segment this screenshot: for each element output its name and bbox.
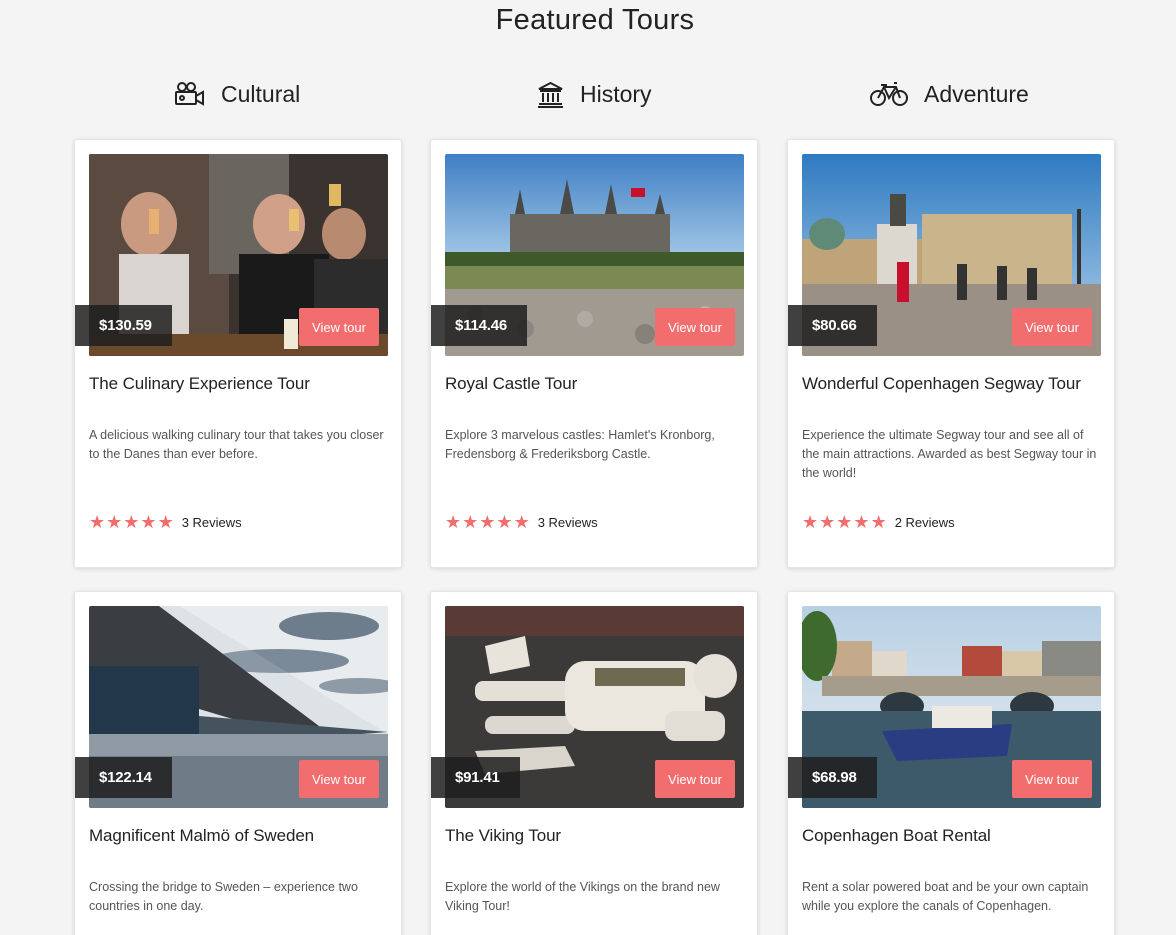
tour-title[interactable]: The Culinary Experience Tour bbox=[89, 374, 310, 394]
price-tag: $130.59 bbox=[75, 305, 172, 346]
tour-description: Explore 3 marvelous castles: Hamlet's Kr… bbox=[445, 428, 715, 461]
view-tour-button[interactable]: View tour bbox=[299, 760, 379, 798]
star-icon: ★ bbox=[89, 512, 106, 532]
tour-card[interactable]: $114.46 View tour Royal Castle Tour Expl… bbox=[430, 139, 758, 568]
tour-image[interactable]: $80.66 View tour bbox=[788, 154, 1101, 356]
price-tag: $122.14 bbox=[75, 757, 172, 798]
tour-rating: ★ ★ ★ ★ ★ 3 Reviews bbox=[445, 513, 598, 531]
star-rating: ★ ★ ★ ★ ★ bbox=[445, 513, 530, 531]
category-filters: Cultural History Adventure bbox=[0, 76, 1176, 112]
tour-image[interactable]: $114.46 View tour bbox=[431, 154, 744, 356]
tour-rating: ★ ★ ★ ★ ★ 3 Reviews bbox=[89, 513, 242, 531]
tour-image[interactable]: $122.14 View tour bbox=[75, 606, 388, 808]
view-tour-button[interactable]: View tour bbox=[655, 308, 735, 346]
museum-icon bbox=[537, 81, 564, 108]
view-tour-button[interactable]: View tour bbox=[655, 760, 735, 798]
tour-description: Rent a solar powered boat and be your ow… bbox=[802, 880, 1089, 913]
star-icon: ★ bbox=[157, 512, 174, 532]
price-tag: $114.46 bbox=[431, 305, 527, 346]
star-icon: ★ bbox=[479, 512, 496, 532]
view-tour-button[interactable]: View tour bbox=[1012, 308, 1092, 346]
tour-description: A delicious walking culinary tour that t… bbox=[89, 428, 384, 461]
category-history[interactable]: History bbox=[537, 76, 652, 112]
price-tag: $68.98 bbox=[788, 757, 877, 798]
tour-image[interactable]: $130.59 View tour bbox=[75, 154, 388, 356]
star-icon: ★ bbox=[106, 512, 123, 532]
star-icon: ★ bbox=[836, 512, 853, 532]
star-icon: ★ bbox=[819, 512, 836, 532]
view-tour-button[interactable]: View tour bbox=[299, 308, 379, 346]
reviews-count[interactable]: 2 Reviews bbox=[895, 515, 955, 530]
tour-card[interactable]: $130.59 View tour The Culinary Experienc… bbox=[74, 139, 402, 568]
category-label: Adventure bbox=[924, 80, 1029, 107]
star-icon: ★ bbox=[870, 512, 887, 532]
star-icon: ★ bbox=[802, 512, 819, 532]
reviews-count[interactable]: 3 Reviews bbox=[182, 515, 242, 530]
tour-description: Experience the ultimate Segway tour and … bbox=[802, 428, 1097, 480]
tour-rating: ★ ★ ★ ★ ★ 2 Reviews bbox=[802, 513, 955, 531]
tour-card[interactable]: $91.41 View tour The Viking Tour Explore… bbox=[430, 591, 758, 935]
tour-description: Explore the world of the Vikings on the … bbox=[445, 880, 720, 913]
star-icon: ★ bbox=[462, 512, 479, 532]
category-label: Cultural bbox=[221, 80, 301, 107]
category-label: History bbox=[580, 80, 652, 107]
tour-title[interactable]: The Viking Tour bbox=[445, 826, 561, 846]
tour-title[interactable]: Royal Castle Tour bbox=[445, 374, 577, 394]
tour-image[interactable]: $68.98 View tour bbox=[788, 606, 1101, 808]
star-icon: ★ bbox=[513, 512, 530, 532]
tour-title[interactable]: Magnificent Malmö of Sweden bbox=[89, 826, 314, 846]
tour-title[interactable]: Copenhagen Boat Rental bbox=[802, 826, 991, 846]
price-tag: $80.66 bbox=[788, 305, 877, 346]
category-adventure[interactable]: Adventure bbox=[870, 76, 1029, 112]
page-title: Featured Tours bbox=[495, 4, 695, 36]
price-tag: $91.41 bbox=[431, 757, 520, 798]
star-rating: ★ ★ ★ ★ ★ bbox=[89, 513, 174, 531]
tour-card[interactable]: $122.14 View tour Magnificent Malmö of S… bbox=[74, 591, 402, 935]
bicycle-icon bbox=[870, 81, 908, 107]
star-icon: ★ bbox=[123, 512, 140, 532]
tour-title[interactable]: Wonderful Copenhagen Segway Tour bbox=[802, 374, 1081, 394]
tour-card[interactable]: $68.98 View tour Copenhagen Boat Rental … bbox=[787, 591, 1115, 935]
tour-image[interactable]: $91.41 View tour bbox=[431, 606, 744, 808]
tour-description: Crossing the bridge to Sweden – experien… bbox=[89, 880, 358, 913]
star-rating: ★ ★ ★ ★ ★ bbox=[802, 513, 887, 531]
star-icon: ★ bbox=[445, 512, 462, 532]
reviews-count[interactable]: 3 Reviews bbox=[538, 515, 598, 530]
category-cultural[interactable]: Cultural bbox=[174, 76, 300, 112]
star-icon: ★ bbox=[853, 512, 870, 532]
star-icon: ★ bbox=[140, 512, 157, 532]
view-tour-button[interactable]: View tour bbox=[1012, 760, 1092, 798]
star-icon: ★ bbox=[496, 512, 513, 532]
tour-card[interactable]: $80.66 View tour Wonderful Copenhagen Se… bbox=[787, 139, 1115, 568]
camera-icon bbox=[174, 81, 205, 107]
